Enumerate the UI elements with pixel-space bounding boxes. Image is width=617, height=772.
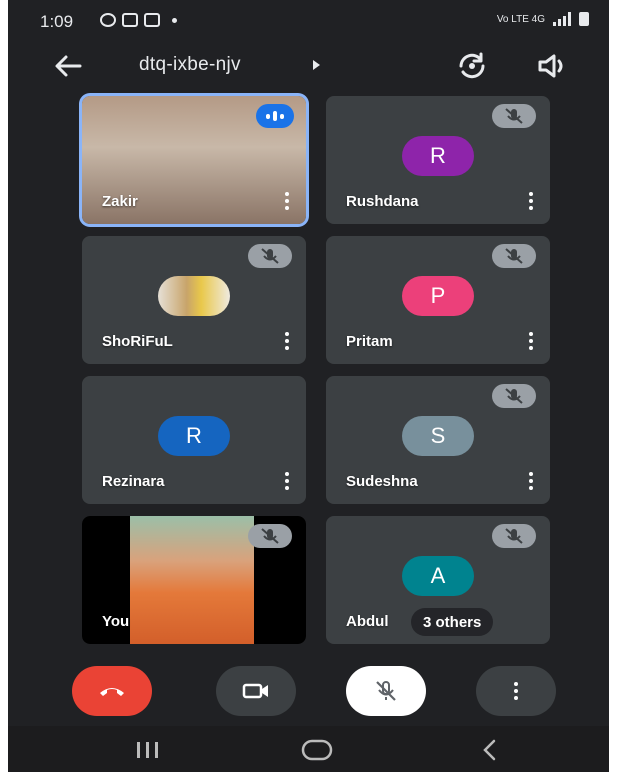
meeting-code[interactable]: dtq-ixbe-njv (139, 54, 241, 76)
speaker-icon[interactable] (534, 50, 570, 82)
meeting-details-caret-icon[interactable] (313, 60, 320, 70)
self-video (130, 516, 254, 644)
camera-toggle-button[interactable] (216, 666, 296, 716)
microphone-toggle-button[interactable] (346, 666, 426, 716)
others-count-pill[interactable]: 3 others (411, 608, 494, 636)
participant-name: ShoRiFuL (102, 333, 173, 350)
participant-tile-self[interactable]: You (82, 516, 306, 644)
participant-avatar: P (402, 276, 474, 316)
mic-off-icon (492, 104, 536, 128)
status-time: 1:09 (40, 12, 74, 31)
gallery-icon (122, 13, 138, 27)
more-options-icon[interactable] (528, 472, 534, 490)
back-nav-icon[interactable] (478, 738, 502, 762)
participant-name: Rezinara (102, 473, 165, 490)
participant-name: Zakir (102, 193, 138, 210)
more-options-icon[interactable] (528, 332, 534, 350)
back-arrow-icon[interactable] (50, 50, 86, 82)
more-notifications-dot-icon (172, 17, 177, 23)
navigation-bar (8, 726, 609, 772)
video-camera-icon (242, 683, 268, 699)
mic-off-icon (376, 681, 396, 701)
participant-tile-rushdana[interactable]: R Rushdana (326, 96, 550, 224)
participant-tile-shoriful[interactable]: ShoRiFuL (82, 236, 306, 364)
more-options-icon[interactable] (284, 472, 290, 490)
switch-camera-icon[interactable] (454, 50, 490, 82)
app-notification-icon (144, 13, 160, 27)
notification-icons (100, 13, 177, 27)
speaking-indicator-icon (256, 104, 294, 128)
participant-tile-abdul[interactable]: A Abdul 3 others (326, 516, 550, 644)
participant-tile-zakir[interactable]: Zakir (82, 96, 306, 224)
more-options-icon[interactable] (528, 192, 534, 210)
participant-name: Rushdana (346, 193, 419, 210)
top-bar: dtq-ixbe-njv (8, 44, 609, 88)
status-bar: 1:09 Vo LTE 4G (8, 0, 609, 44)
participant-tile-pritam[interactable]: P Pritam (326, 236, 550, 364)
participant-avatar: R (158, 416, 230, 456)
network-type: Vo LTE 4G (496, 13, 545, 25)
battery-icon (579, 12, 589, 26)
signal-icon (553, 12, 571, 26)
more-options-icon[interactable] (284, 192, 290, 210)
participant-name: Abdul (346, 613, 389, 630)
mic-off-icon (492, 524, 536, 548)
home-icon[interactable] (300, 738, 334, 762)
profile-photo (158, 276, 230, 316)
mic-off-icon (248, 524, 292, 548)
status-right: Vo LTE 4G (497, 12, 589, 26)
participant-name: Pritam (346, 333, 393, 350)
phone-screen: 1:09 Vo LTE 4G dtq-ixbe-njv Zakir R Rush… (8, 0, 609, 772)
participant-avatar: S (402, 416, 474, 456)
end-call-button[interactable] (72, 666, 152, 716)
more-options-icon[interactable] (284, 332, 290, 350)
more-options-button[interactable] (476, 666, 556, 716)
mic-off-icon (492, 244, 536, 268)
participant-avatar: R (402, 136, 474, 176)
whatsapp-icon (100, 13, 116, 27)
participant-avatar: A (402, 556, 474, 596)
more-vert-icon (513, 682, 519, 700)
mic-off-icon (492, 384, 536, 408)
mic-off-icon (248, 244, 292, 268)
participant-tile-sudeshna[interactable]: S Sudeshna (326, 376, 550, 504)
participant-tile-rezinara[interactable]: R Rezinara (82, 376, 306, 504)
call-controls (8, 656, 609, 726)
hang-up-icon (100, 688, 124, 696)
recents-icon[interactable] (133, 740, 163, 760)
participant-name: Sudeshna (346, 473, 418, 490)
participant-name: You (102, 613, 130, 630)
